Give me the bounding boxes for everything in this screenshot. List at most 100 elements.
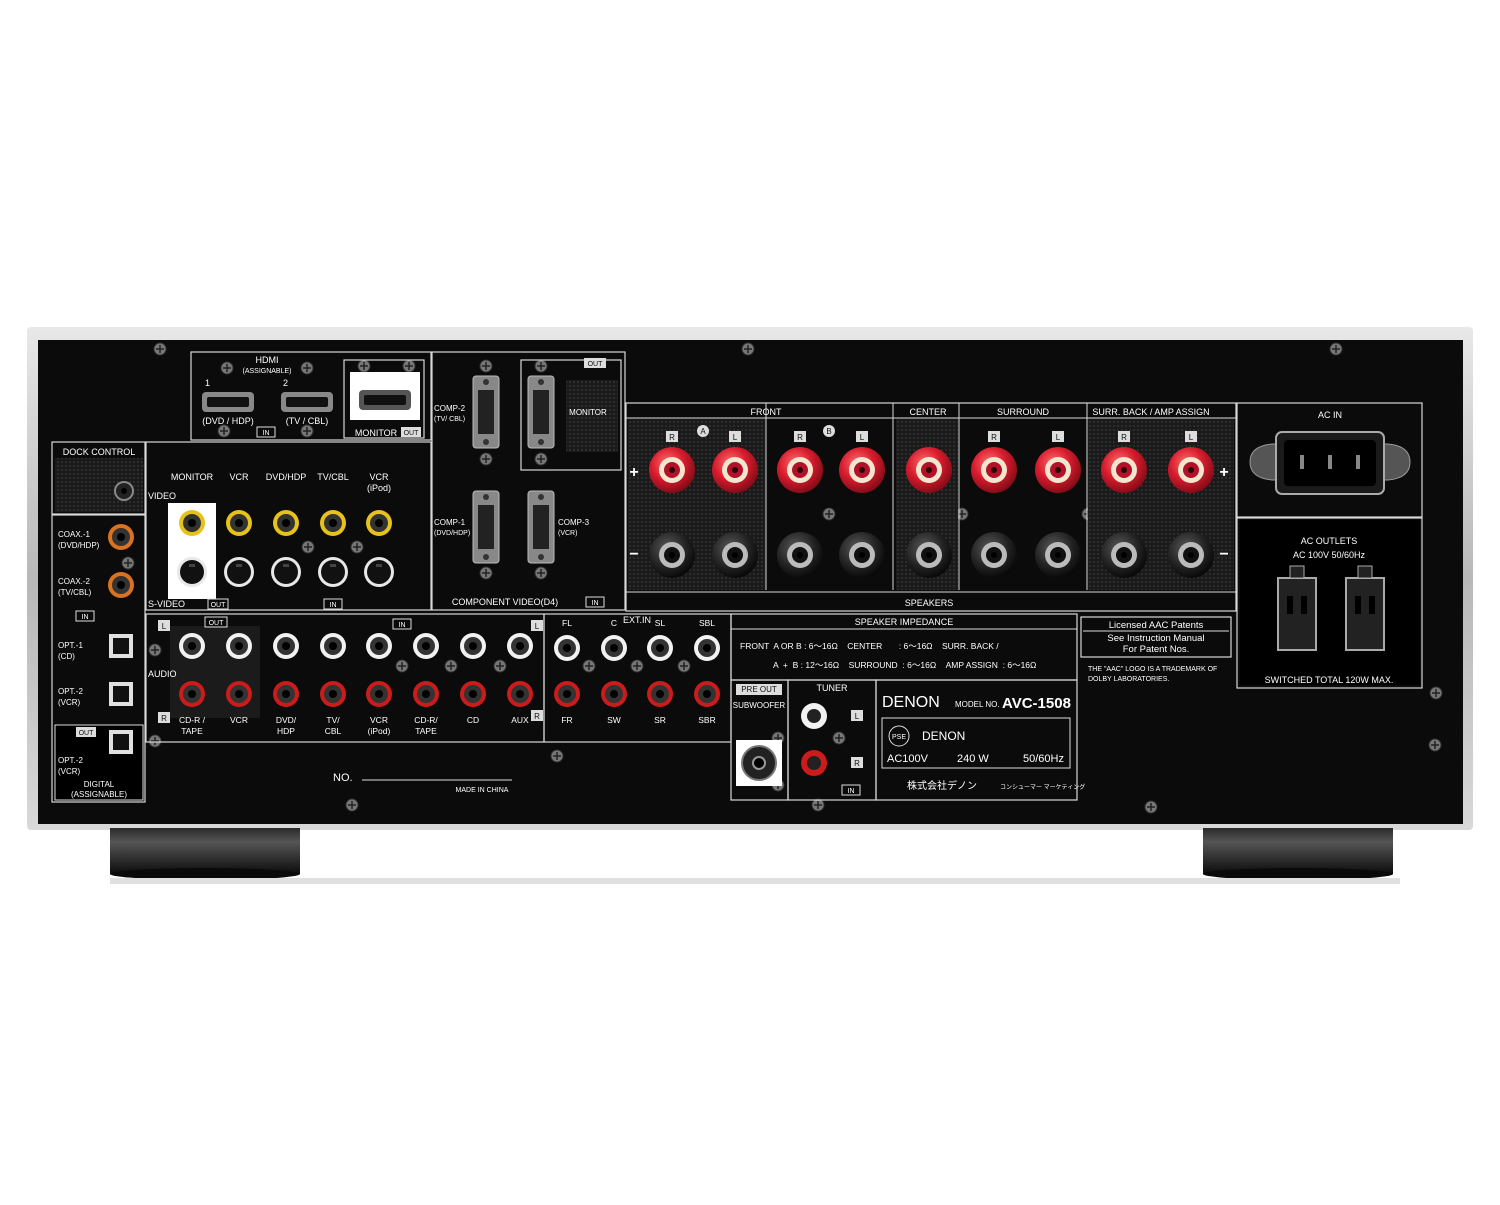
opt-out-sub: (VCR): [58, 767, 81, 776]
dock-control-jack[interactable]: [114, 481, 134, 501]
comp1-sub: (DVD/HDP): [434, 530, 470, 537]
audio-l-jack-1[interactable]: [179, 633, 205, 659]
comp3-d4-port[interactable]: [527, 490, 555, 564]
ext-in-jack-fr[interactable]: [554, 681, 580, 707]
spk-surrback-l-minus[interactable]: [1168, 532, 1214, 578]
spk-surround-r-plus[interactable]: [971, 447, 1017, 493]
screw-icon: [395, 659, 409, 673]
ext-in-jack-c[interactable]: [601, 635, 627, 661]
spk-front-label: FRONT: [751, 407, 782, 417]
screw-icon: [534, 566, 548, 580]
maker-jp-small: コンシューマー マーケティング: [1000, 783, 1085, 791]
spk-front-b-r-plus[interactable]: [777, 447, 823, 493]
audio-r-jack-3[interactable]: [273, 681, 299, 707]
ac-outlet-2[interactable]: [1345, 565, 1385, 651]
audio-l-tag-right: L: [535, 622, 540, 631]
ac-outlet-1[interactable]: [1277, 565, 1317, 651]
screw-icon: [217, 424, 231, 438]
svideo-jack-vcr[interactable]: [224, 557, 254, 587]
comp3-sub: (VCR): [558, 530, 577, 537]
digital-footer-2: (ASSIGNABLE): [71, 790, 127, 799]
comp1-label: COMP-1: [434, 518, 466, 527]
screw-icon: [1329, 342, 1343, 356]
ext-in-jack-sr[interactable]: [647, 681, 673, 707]
spk-front-a-r-plus[interactable]: [649, 447, 695, 493]
screw-icon: [811, 798, 825, 812]
comp-monitor-d4-port[interactable]: [527, 375, 555, 449]
ext-in-jack-sbr[interactable]: [694, 681, 720, 707]
spk-center-plus[interactable]: [906, 447, 952, 493]
video-jack-tvcbl[interactable]: [320, 510, 346, 536]
ext-in-bottom-label: FR: [561, 715, 572, 725]
audio-r-jack-5[interactable]: [366, 681, 392, 707]
spk-surrback-r-minus[interactable]: [1101, 532, 1147, 578]
tuner-l-jack[interactable]: [801, 703, 827, 729]
spk-surrback-r-plus[interactable]: [1101, 447, 1147, 493]
audio-label-2: VCR: [230, 715, 248, 725]
coax1-label: COAX.-1: [58, 530, 91, 539]
audio-l-jack-5[interactable]: [366, 633, 392, 659]
shadow: [110, 878, 1400, 884]
spk-front-a-r-minus[interactable]: [649, 532, 695, 578]
screw-icon: [220, 361, 234, 375]
audio-l-jack-3[interactable]: [273, 633, 299, 659]
audio-l-jack-2[interactable]: [226, 633, 252, 659]
hdmi-monitor-label: MONITOR: [355, 428, 398, 438]
audio-r-jack-8[interactable]: [507, 681, 533, 707]
spk-channel-tag: R: [794, 431, 806, 442]
screw-icon: [153, 342, 167, 356]
hdmi-in1-port[interactable]: [202, 392, 254, 412]
spk-front-b-l-minus[interactable]: [839, 532, 885, 578]
aac-line-3: For Patent Nos.: [1123, 644, 1190, 655]
audio-l-jack-4[interactable]: [320, 633, 346, 659]
opt1-jack[interactable]: [109, 634, 133, 658]
comp2-label: COMP-2: [434, 404, 466, 413]
ext-in-top-label: FL: [562, 618, 572, 628]
ext-in-jack-sbl[interactable]: [694, 635, 720, 661]
spk-surround-l-minus[interactable]: [1035, 532, 1081, 578]
svideo-jack-tvcbl[interactable]: [318, 557, 348, 587]
spk-front-b-l-plus[interactable]: [839, 447, 885, 493]
spk-front-b-r-minus[interactable]: [777, 532, 823, 578]
opt-out-jack[interactable]: [109, 730, 133, 754]
spk-front-a-l-minus[interactable]: [712, 532, 758, 578]
audio-r-jack-6[interactable]: [413, 681, 439, 707]
hdmi-monitor-out-port[interactable]: [359, 390, 411, 410]
svideo-jack-dvdhdp[interactable]: [271, 557, 301, 587]
opt2-jack[interactable]: [109, 682, 133, 706]
subwoofer-preout-jack[interactable]: [736, 740, 782, 786]
spk-front-a-l-plus[interactable]: [712, 447, 758, 493]
ext-in-jack-fl[interactable]: [554, 635, 580, 661]
spk-surround-r-minus[interactable]: [971, 532, 1017, 578]
ac-outlets-title: AC OUTLETS: [1301, 536, 1358, 546]
video-jack-dvdhdp[interactable]: [273, 510, 299, 536]
coax2-jack[interactable]: [108, 572, 134, 598]
comp2-d4-port[interactable]: [472, 375, 500, 449]
spk-surround-l-plus[interactable]: [1035, 447, 1081, 493]
video-jack-vcr[interactable]: [226, 510, 252, 536]
ext-in-jack-sw[interactable]: [601, 681, 627, 707]
audio-l-jack-8[interactable]: [507, 633, 533, 659]
comp1-d4-port[interactable]: [472, 490, 500, 564]
coax1-jack[interactable]: [108, 524, 134, 550]
ext-in-top-label: SL: [655, 618, 666, 628]
audio-r-jack-7[interactable]: [460, 681, 486, 707]
hdmi-in1-num: 1: [205, 378, 210, 388]
audio-l-jack-6[interactable]: [413, 633, 439, 659]
audio-r-jack-4[interactable]: [320, 681, 346, 707]
svideo-jack-vcr-ipod[interactable]: [364, 557, 394, 587]
audio-sublabel-1: TAPE: [181, 726, 203, 736]
video-jack-vcr-ipod[interactable]: [366, 510, 392, 536]
tuner-r-jack[interactable]: [801, 750, 827, 776]
spk-surrback-l-plus[interactable]: [1168, 447, 1214, 493]
video-jack-monitor[interactable]: [179, 510, 205, 536]
spk-center-minus[interactable]: [906, 532, 952, 578]
ext-in-jack-sl[interactable]: [647, 635, 673, 661]
svideo-jack-monitor[interactable]: [177, 557, 207, 587]
audio-l-jack-7[interactable]: [460, 633, 486, 659]
audio-r-jack-1[interactable]: [179, 681, 205, 707]
hdmi-in2-port[interactable]: [281, 392, 333, 412]
comp-in-tag: IN: [592, 600, 599, 607]
audio-r-jack-2[interactable]: [226, 681, 252, 707]
spk-channel-tag: R: [1118, 431, 1130, 442]
